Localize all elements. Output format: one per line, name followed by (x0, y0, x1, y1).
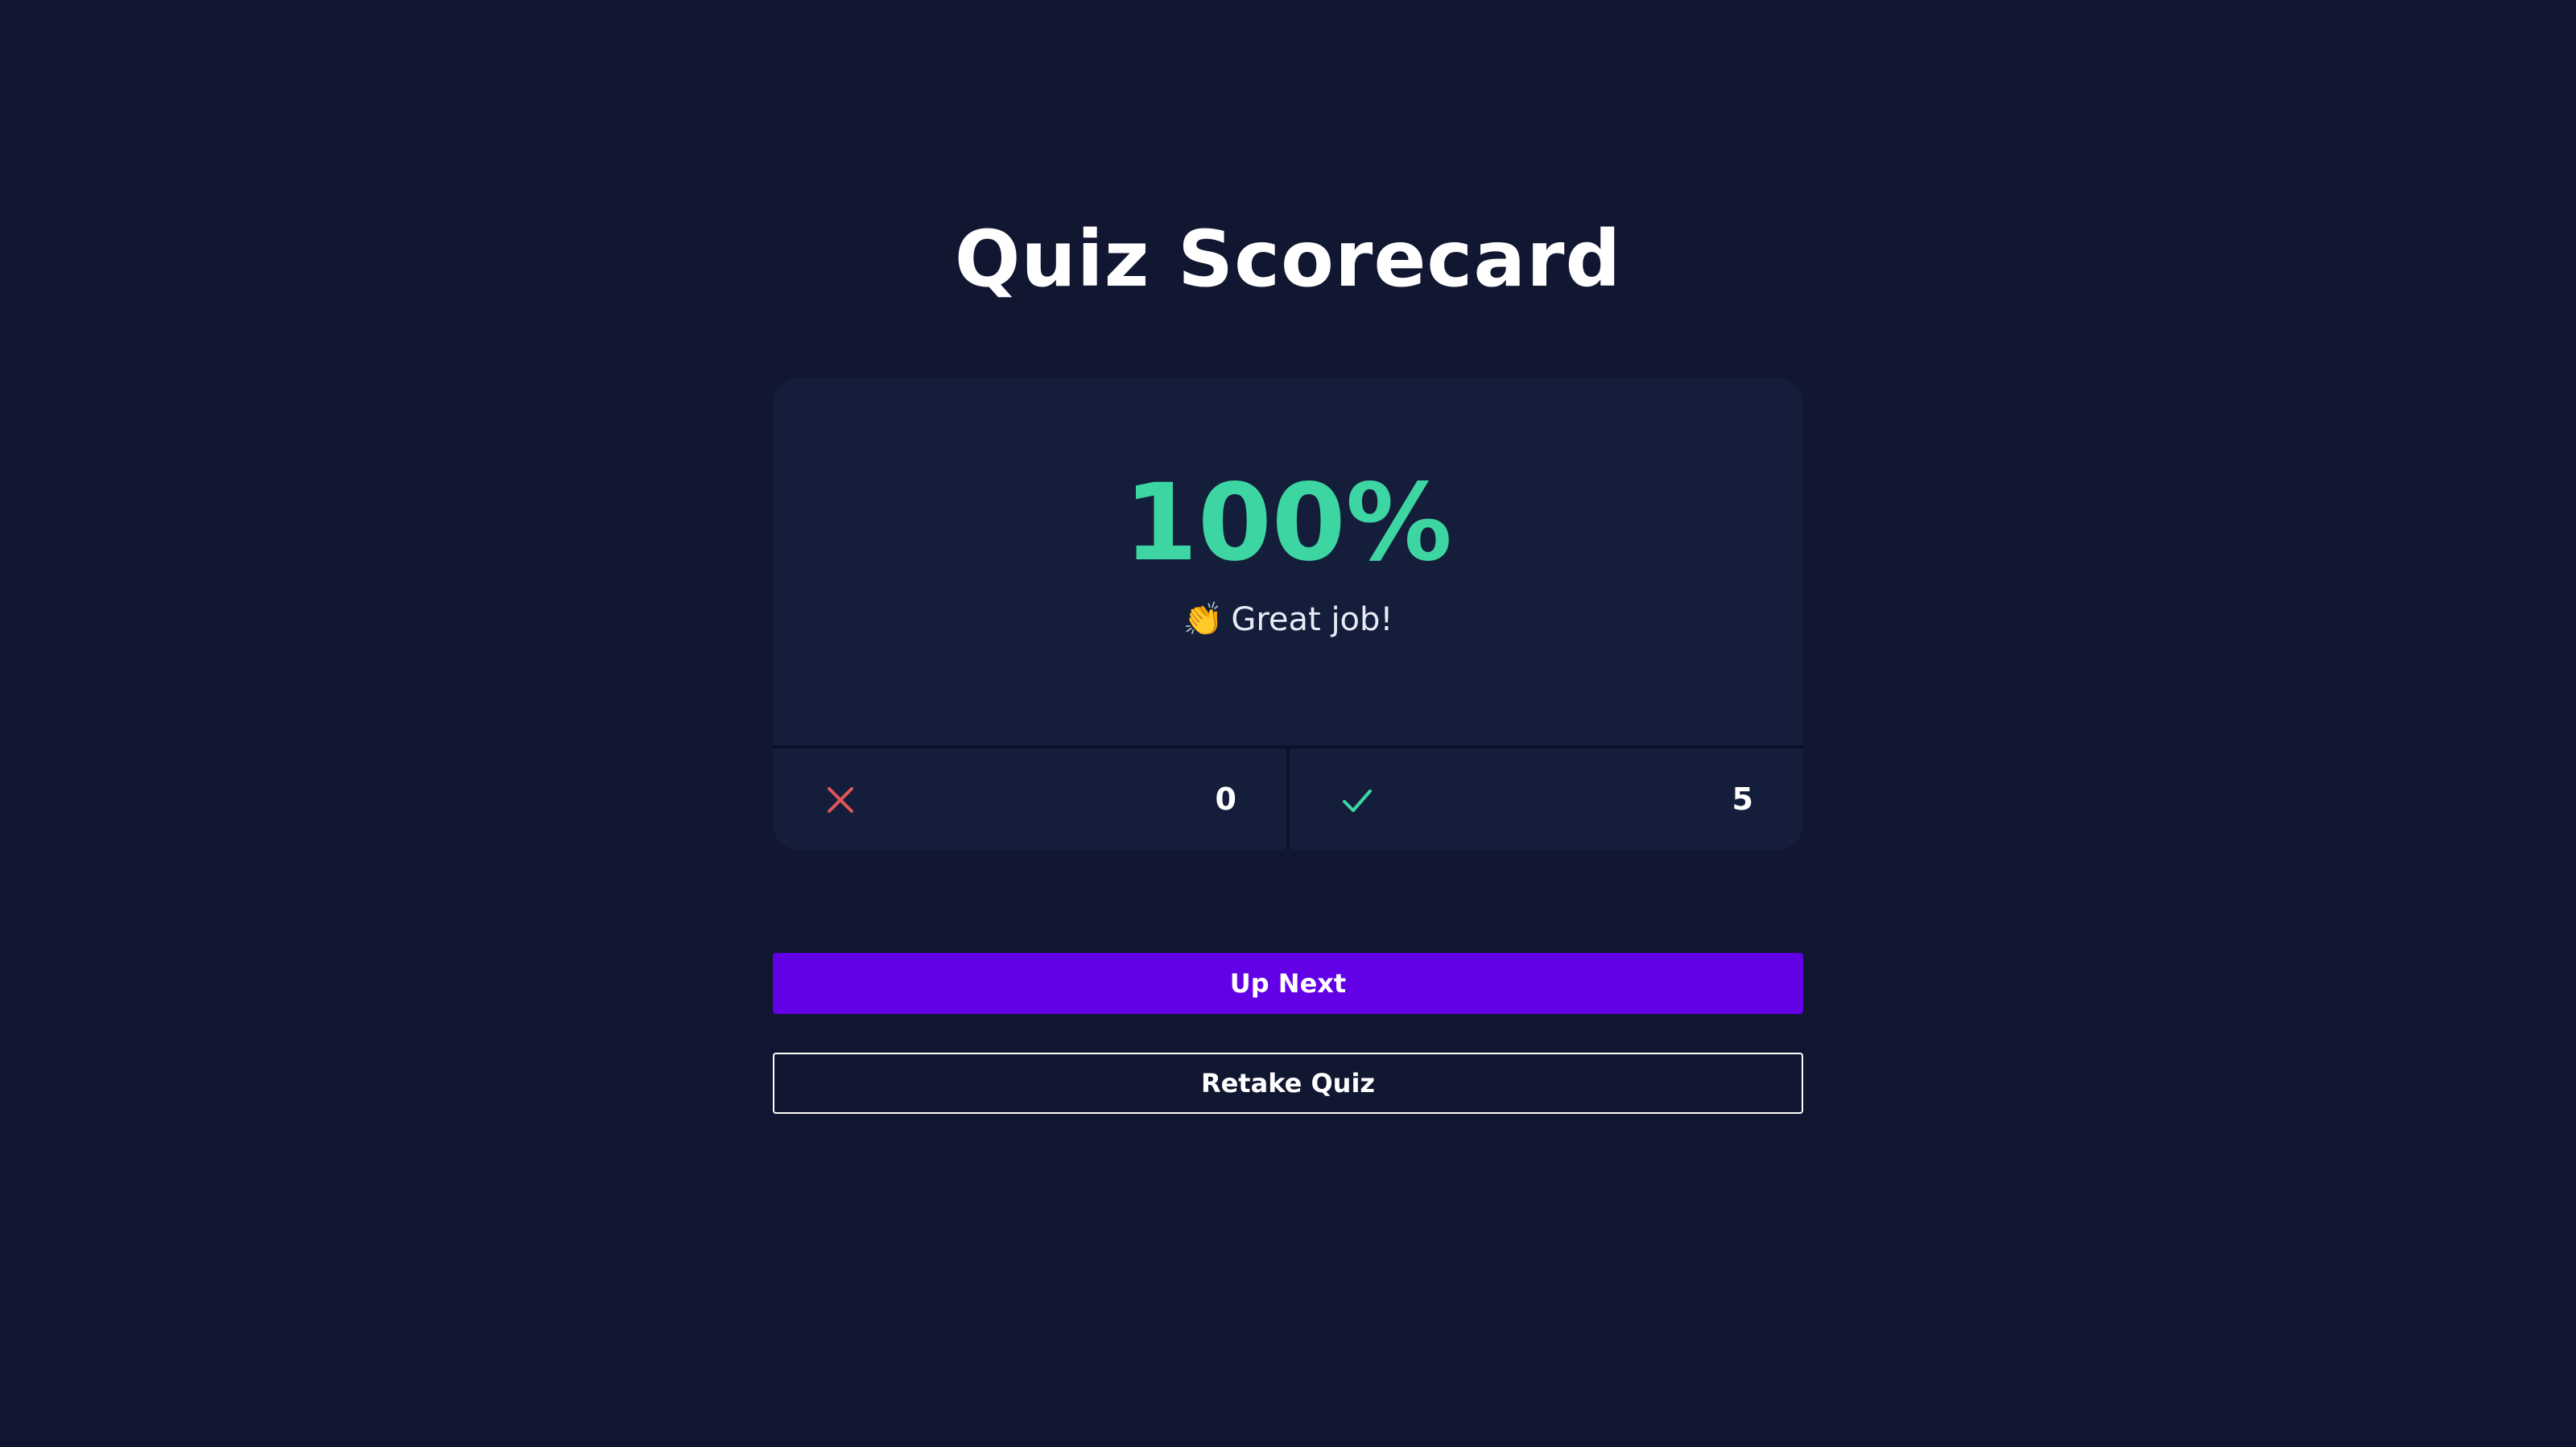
correct-stat: 5 (1290, 748, 1803, 850)
score-message-text: Great job! (1231, 601, 1393, 638)
stats-row: 0 5 (773, 745, 1803, 850)
correct-count: 5 (1732, 781, 1753, 817)
up-next-button[interactable]: Up Next (773, 953, 1803, 1014)
check-icon (1343, 789, 1372, 812)
incorrect-count: 0 (1215, 781, 1236, 817)
score-message: 👏 Great job! (773, 596, 1803, 644)
clapping-hands-icon: 👏 (1183, 601, 1224, 638)
page-title: Quiz Scorecard (954, 214, 1622, 304)
score-percent: 100% (1124, 461, 1452, 585)
x-icon (828, 787, 853, 813)
incorrect-stat: 0 (773, 748, 1290, 850)
score-card: 100% 👏 Great job! 0 5 (773, 378, 1803, 850)
retake-quiz-button[interactable]: Retake Quiz (773, 1053, 1803, 1114)
